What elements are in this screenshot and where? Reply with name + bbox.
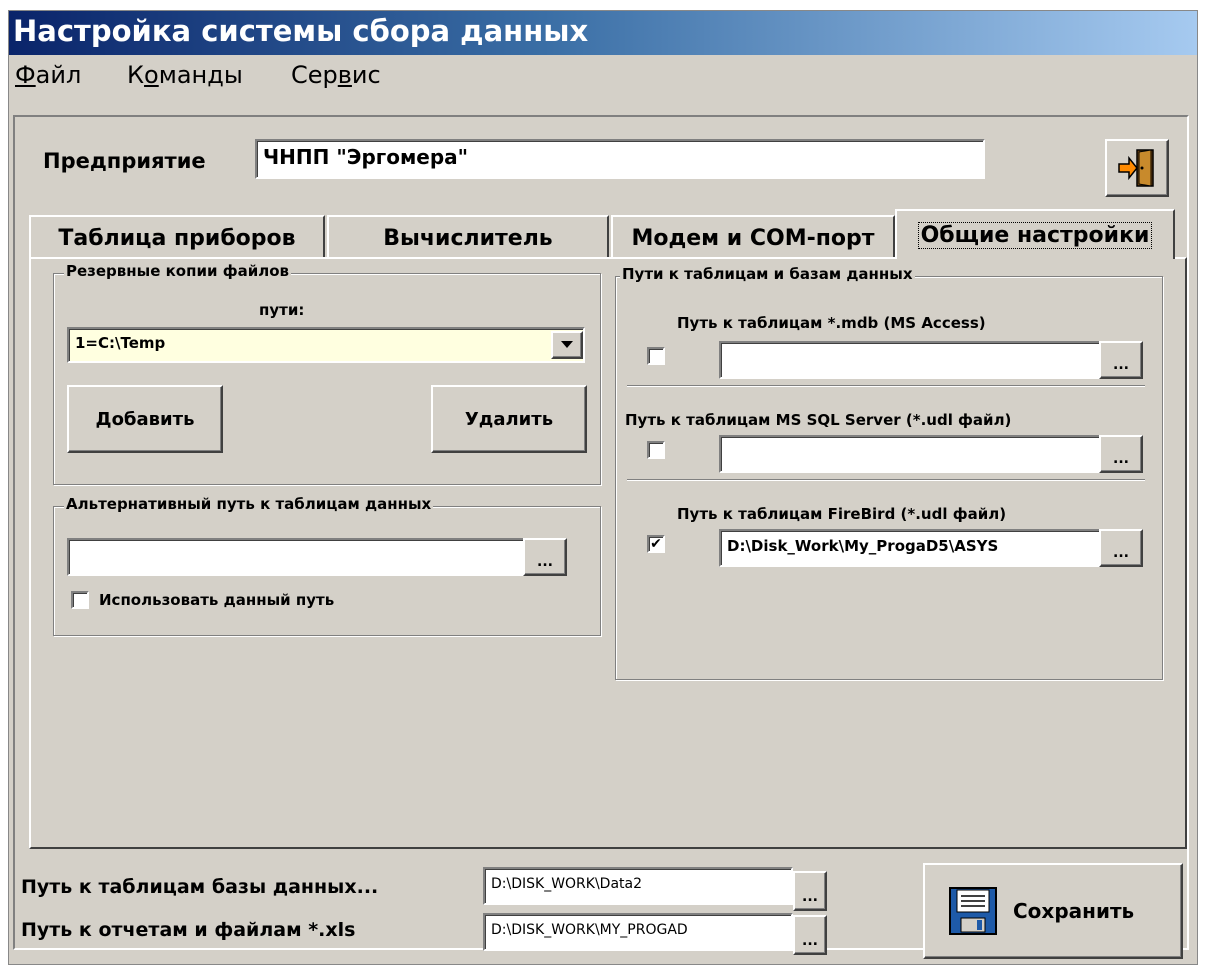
backup-group: Резервные копии файлов xyxy=(53,262,601,485)
access-path-field[interactable] xyxy=(719,341,1101,379)
firebird-path-field[interactable]: D:\Disk_Work\My_ProgaD5\ASYS xyxy=(719,529,1101,567)
reports-browse-button[interactable]: ... xyxy=(793,915,827,955)
tab-general-label: Общие настройки xyxy=(917,221,1153,249)
menu-commands[interactable]: Команды xyxy=(127,61,243,89)
db-paths-group: Пути к таблицам и базам данных xyxy=(615,265,1163,680)
access-browse-button[interactable]: ... xyxy=(1099,341,1143,379)
divider xyxy=(627,479,1145,481)
db-path-field[interactable]: D:\DISK_WORK\Data2 xyxy=(483,867,793,905)
db-path-browse-button[interactable]: ... xyxy=(793,871,827,911)
backup-path-select[interactable]: 1=C:\Temp xyxy=(67,327,585,363)
mssql-path-label: Путь к таблицам MS SQL Server (*.udl фай… xyxy=(625,411,1012,429)
exit-button[interactable] xyxy=(1105,139,1169,197)
menu-file[interactable]: Файл xyxy=(15,61,81,89)
menu-service[interactable]: Сервис xyxy=(291,61,381,89)
mssql-path-checkbox[interactable] xyxy=(647,441,665,459)
mssql-browse-button[interactable]: ... xyxy=(1099,435,1143,473)
backup-paths-label: пути: xyxy=(259,301,305,319)
tab-modem[interactable]: Модем и COM-порт xyxy=(611,215,895,259)
use-alt-path-checkbox[interactable] xyxy=(71,591,89,609)
floppy-save-icon xyxy=(949,887,997,935)
mssql-path-field[interactable] xyxy=(719,435,1101,473)
use-alt-path-label: Использовать данный путь xyxy=(99,591,335,609)
window-title: Настройка системы сбора данных xyxy=(13,14,589,48)
access-path-label: Путь к таблицам *.mdb (MS Access) xyxy=(677,314,986,332)
firebird-browse-button[interactable]: ... xyxy=(1099,529,1143,567)
backup-group-title: Резервные копии файлов xyxy=(64,262,292,280)
alt-path-group-title: Альтернативный путь к таблицам данных xyxy=(64,495,434,513)
firebird-path-checkbox[interactable]: ✔ xyxy=(647,535,665,553)
save-button[interactable]: Сохранить xyxy=(923,863,1183,959)
tab-devices[interactable]: Таблица приборов xyxy=(29,215,325,259)
app-window: Настройка системы сбора данных Файл Кома… xyxy=(8,10,1198,965)
db-path-label: Путь к таблицам базы данных... xyxy=(21,876,379,898)
company-field[interactable]: ЧНПП "Эргомера" xyxy=(255,139,985,179)
chevron-down-icon xyxy=(561,341,573,348)
company-label: Предприятие xyxy=(43,149,206,173)
alt-path-browse-button[interactable]: ... xyxy=(523,538,567,576)
backup-path-value: 1=C:\Temp xyxy=(75,334,166,352)
alt-path-field[interactable] xyxy=(67,538,525,576)
access-path-checkbox[interactable] xyxy=(647,347,665,365)
reports-path-field[interactable]: D:\DISK_WORK\MY_PROGAD xyxy=(483,913,793,951)
reports-path-label: Путь к отчетам и файлам *.xls xyxy=(21,919,356,941)
tab-general[interactable]: Общие настройки xyxy=(895,209,1175,259)
menu-bar: Файл Команды Сервис xyxy=(9,55,1197,101)
tab-calculator[interactable]: Вычислитель xyxy=(327,215,609,259)
exit-door-icon xyxy=(1118,149,1154,187)
divider xyxy=(627,385,1145,387)
add-backup-button[interactable]: Добавить xyxy=(67,385,223,453)
backup-dropdown-button[interactable] xyxy=(551,331,583,359)
delete-backup-button[interactable]: Удалить xyxy=(431,385,587,453)
db-paths-group-title: Пути к таблицам и базам данных xyxy=(620,265,915,283)
firebird-path-label: Путь к таблицам FireBird (*.udl файл) xyxy=(677,505,1007,523)
title-bar: Настройка системы сбора данных xyxy=(9,11,1197,55)
save-label: Сохранить xyxy=(1013,899,1135,923)
